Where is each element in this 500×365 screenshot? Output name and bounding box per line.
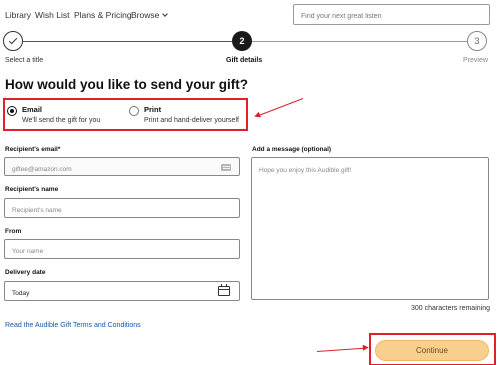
email-option-title: Email	[22, 105, 43, 114]
print-option-title: Print	[144, 105, 162, 114]
step-2-current: 2	[232, 31, 252, 51]
chevron-down-icon	[162, 11, 169, 17]
email-radio[interactable]	[7, 106, 17, 116]
progress-stepper: 2 3 Select a title Gift details Preview	[0, 30, 500, 70]
print-radio[interactable]	[129, 106, 139, 116]
send-method-highlight-box: Email We'll send the gift for you Print …	[3, 98, 248, 131]
annotation-arrow-options	[258, 98, 304, 116]
step-1-complete	[3, 31, 23, 51]
nav-library-link[interactable]: Library	[5, 10, 31, 20]
search-box[interactable]	[293, 4, 490, 26]
recipient-email-field[interactable]	[4, 157, 240, 178]
recipient-name-field[interactable]	[4, 198, 240, 220]
step-3-label: Preview	[463, 57, 488, 64]
continue-button[interactable]: Continue	[375, 340, 489, 361]
calendar-icon[interactable]	[218, 284, 230, 296]
message-field[interactable]	[251, 157, 489, 300]
delivery-date-label: Delivery date	[5, 269, 46, 276]
characters-remaining: 300 characters remaining	[411, 305, 490, 312]
delivery-date-field[interactable]	[4, 281, 240, 303]
email-option-description: We'll send the gift for you	[22, 117, 101, 124]
check-icon	[8, 35, 18, 45]
stepper-line-upcoming	[252, 41, 468, 42]
step-3-upcoming: 3	[467, 31, 487, 51]
top-navigation: Library Wish List Plans & Pricing Browse	[0, 0, 500, 30]
recipient-name-input[interactable]	[5, 201, 239, 220]
nav-browse-menu[interactable]: Browse	[131, 10, 169, 20]
delivery-date-input[interactable]	[5, 284, 239, 303]
gift-terms-link[interactable]: Read the Audible Gift Terms and Conditio…	[5, 322, 141, 329]
search-input[interactable]	[294, 7, 489, 26]
from-label: From	[5, 228, 22, 235]
recipient-email-input[interactable]	[5, 161, 239, 178]
stepper-line-completed	[22, 41, 232, 42]
recipient-name-label: Recipient's name	[5, 186, 59, 193]
nav-wish-list-link[interactable]: Wish List	[35, 10, 69, 20]
nav-plans-pricing-link[interactable]: Plans & Pricing	[74, 10, 132, 20]
message-label: Add a message (optional)	[252, 146, 332, 153]
nav-browse-label: Browse	[131, 10, 160, 20]
keyboard-icon	[221, 164, 231, 171]
annotation-arrow-continue	[316, 347, 364, 353]
from-field[interactable]	[4, 239, 240, 261]
page-title: How would you like to send your gift?	[5, 77, 248, 92]
recipient-email-label: Recipient's email*	[5, 146, 61, 153]
print-option-description: Print and hand-deliver yourself	[144, 117, 239, 124]
step-2-label: Gift details	[226, 57, 263, 64]
step-1-label: Select a title	[5, 57, 44, 64]
from-input[interactable]	[5, 242, 239, 261]
message-textarea[interactable]	[252, 158, 488, 299]
